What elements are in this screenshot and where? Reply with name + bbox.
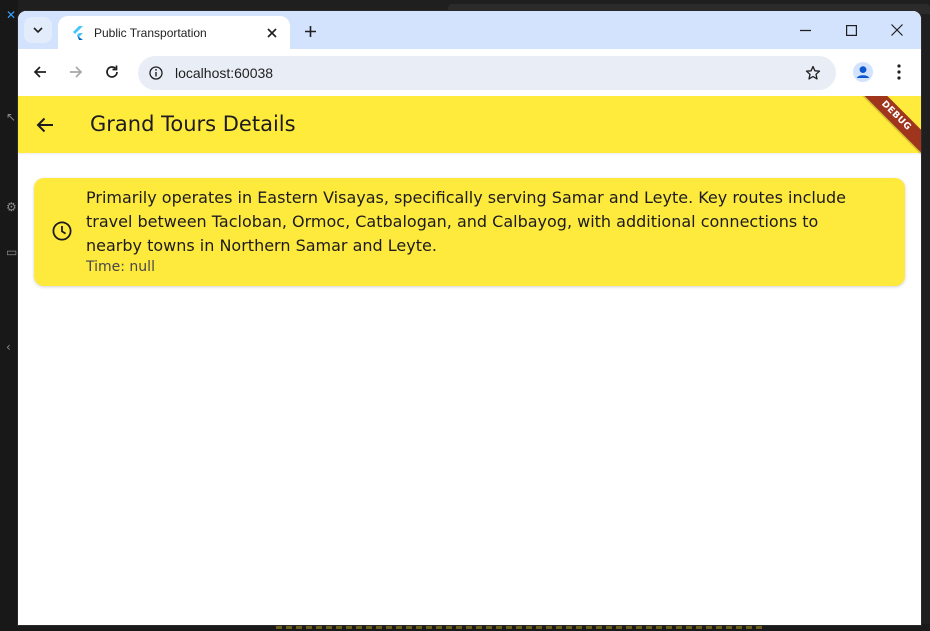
editor-icon: ✕ xyxy=(6,8,17,22)
arrow-left-icon xyxy=(33,66,46,78)
background-statusbar xyxy=(18,624,930,631)
minimize-icon xyxy=(799,29,811,31)
chevron-down-icon xyxy=(33,27,43,34)
close-icon xyxy=(891,24,903,36)
tab-search-button[interactable] xyxy=(24,17,52,43)
editor-icon: ↖ xyxy=(6,110,17,124)
flutter-icon xyxy=(70,25,86,41)
site-info-icon[interactable] xyxy=(147,64,165,82)
app-back-button[interactable] xyxy=(32,112,58,138)
new-tab-button[interactable] xyxy=(298,19,322,43)
plus-icon xyxy=(304,25,316,37)
details-card[interactable]: Primarily operates in Eastern Visayas, s… xyxy=(34,178,905,286)
app-bar: Grand Tours Details xyxy=(18,96,921,153)
url-text: localhost:60038 xyxy=(175,65,274,81)
more-vertical-icon xyxy=(897,64,901,80)
arrow-right-icon xyxy=(70,66,83,78)
maximize-button[interactable] xyxy=(828,11,874,49)
close-window-button[interactable] xyxy=(874,11,920,49)
route-description: Primarily operates in Eastern Visayas, s… xyxy=(86,188,846,255)
flutter-app: Grand Tours Details DEBUG Primarily oper… xyxy=(18,96,921,625)
profile-button[interactable] xyxy=(848,57,878,87)
clock-icon xyxy=(51,220,73,242)
arrow-back-icon xyxy=(36,117,53,133)
close-tab-icon[interactable] xyxy=(262,23,282,43)
browser-window: Public Transportation localhost:60038 Gr… xyxy=(18,11,921,625)
editor-icon: ⚙ xyxy=(6,200,17,214)
page-title: Grand Tours Details xyxy=(90,112,296,136)
browser-menu-button[interactable] xyxy=(884,57,914,87)
address-bar[interactable]: localhost:60038 xyxy=(138,56,836,90)
time-text: Time: null xyxy=(86,259,155,275)
bookmark-star-icon[interactable] xyxy=(802,62,824,84)
minimize-button[interactable] xyxy=(782,11,828,49)
browser-toolbar: localhost:60038 xyxy=(18,49,921,96)
back-button[interactable] xyxy=(25,57,55,87)
forward-button[interactable] xyxy=(61,57,91,87)
reload-button[interactable] xyxy=(97,57,127,87)
tab-active[interactable]: Public Transportation xyxy=(58,16,290,49)
profile-icon xyxy=(853,62,873,82)
editor-icon: ‹ xyxy=(6,340,11,354)
tab-strip: Public Transportation xyxy=(18,11,921,49)
editor-icon: ▭ xyxy=(6,245,18,259)
tab-title: Public Transportation xyxy=(94,25,207,40)
maximize-icon xyxy=(845,24,857,36)
desktop-background: ✕ ↖ ⚙ ▭ ‹ xyxy=(0,0,18,631)
reload-icon xyxy=(106,65,118,78)
